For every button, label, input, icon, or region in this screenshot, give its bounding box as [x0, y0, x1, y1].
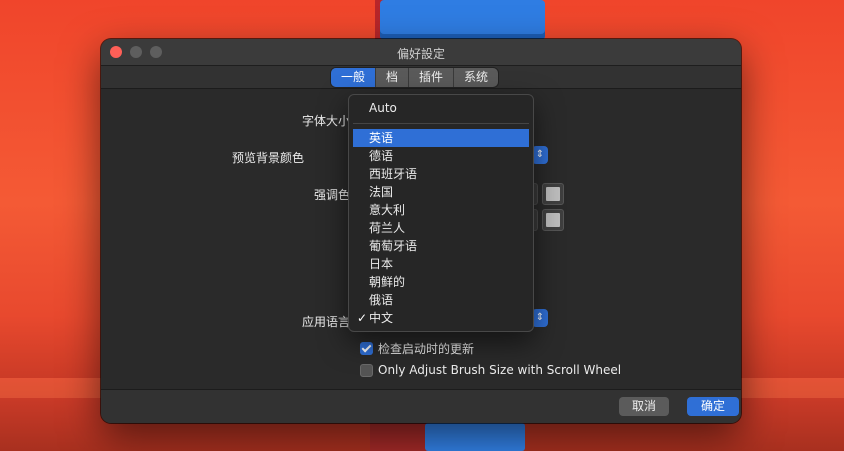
wallpaper-shape [370, 423, 428, 451]
tab-file[interactable]: 档 [376, 68, 410, 87]
title-bar[interactable]: 偏好設定 [101, 39, 741, 66]
tab-system[interactable]: 系统 [454, 68, 498, 87]
menu-item-russian[interactable]: 俄语 [353, 291, 529, 309]
menu-item-dutch[interactable]: 荷兰人 [353, 219, 529, 237]
chevron-up-down-icon[interactable]: ⇕ [532, 309, 548, 327]
menu-item-spanish[interactable]: 西班牙语 [353, 165, 529, 183]
brush-scroll-label: Only Adjust Brush Size with Scroll Wheel [378, 363, 622, 377]
dialog-footer: 取消 确定 [101, 389, 741, 423]
accent-color-swatch[interactable] [542, 183, 564, 205]
ok-button[interactable]: 确定 [687, 397, 739, 416]
menu-item-english[interactable]: 英语 [353, 129, 529, 147]
menu-item-korean[interactable]: 朝鲜的 [353, 273, 529, 291]
menu-item-italian[interactable]: 意大利 [353, 201, 529, 219]
language-dropdown-menu: Auto 英语 德语 西班牙语 法国 意大利 荷兰人 葡萄牙语 日本 朝鲜的 俄… [348, 94, 534, 332]
tab-bar: 一般 档 插件 系统 [101, 66, 741, 88]
menu-separator [353, 123, 529, 124]
check-updates-label: 检查启动时的更新 [378, 342, 475, 356]
menu-item-japanese[interactable]: 日本 [353, 255, 529, 273]
window-title: 偏好設定 [396, 47, 445, 61]
menu-item-chinese-label: 中文 [369, 311, 394, 325]
brush-scroll-checkbox[interactable] [360, 363, 373, 377]
menu-item-french[interactable]: 法国 [353, 183, 529, 201]
menu-item-auto[interactable]: Auto [353, 99, 529, 117]
checkmark-icon: ✓ [357, 311, 368, 325]
check-updates-row[interactable]: 检查启动时的更新 [360, 340, 474, 357]
tab-general[interactable]: 一般 [331, 68, 377, 87]
menu-item-chinese[interactable]: ✓ 中文 [353, 309, 529, 327]
menu-item-german[interactable]: 德语 [353, 147, 529, 165]
accent-color-label: 强调色 [314, 188, 351, 202]
chevron-up-down-icon[interactable]: ⇕ [532, 146, 548, 164]
app-language-label: 应用语言 [302, 315, 351, 329]
secondary-color-swatch[interactable] [542, 209, 564, 231]
tab-plugins[interactable]: 插件 [409, 68, 455, 87]
check-updates-checkbox[interactable] [360, 342, 373, 355]
font-size-label: 字体大小 [302, 114, 351, 128]
brush-scroll-row[interactable]: Only Adjust Brush Size with Scroll Wheel [360, 363, 621, 377]
preview-bg-color-label: 预览背景颜色 [232, 151, 305, 165]
menu-item-portuguese[interactable]: 葡萄牙语 [353, 237, 529, 255]
segmented-tabs: 一般 档 插件 系统 [331, 68, 499, 87]
wallpaper-shape [425, 423, 525, 451]
wallpaper-shape [380, 0, 545, 40]
cancel-button[interactable]: 取消 [619, 397, 669, 416]
